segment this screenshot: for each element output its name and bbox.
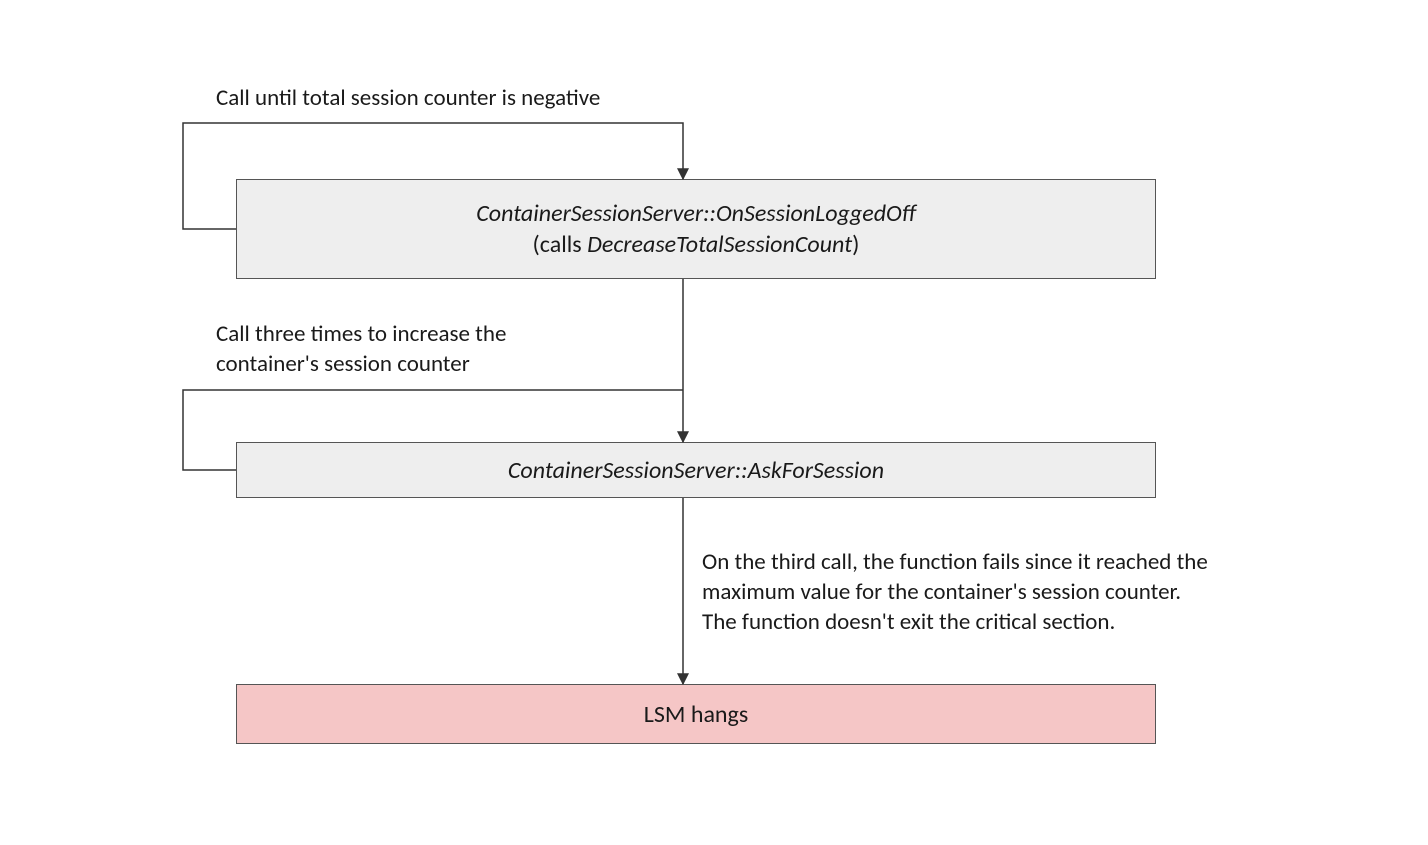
box1-subtitle: (calls DecreaseTotalSessionCount)	[533, 230, 860, 259]
label-bottom: On the third call, the function fails si…	[702, 548, 1208, 638]
box-lsm-hangs: LSM hangs	[236, 684, 1156, 744]
box1-title: ContainerSessionServer::OnSessionLoggedO…	[476, 199, 916, 228]
label-top: Call until total session counter is nega…	[216, 84, 600, 114]
box1-sub-prefix: (calls	[533, 230, 588, 259]
label-bottom-line2: maximum value for the container's sessio…	[702, 578, 1208, 608]
label-bottom-line1: On the third call, the function fails si…	[702, 548, 1208, 578]
label-middle: Call three times to increase the contain…	[216, 320, 506, 380]
label-bottom-line3: The function doesn't exit the critical s…	[702, 608, 1208, 638]
box-on-session-logged-off: ContainerSessionServer::OnSessionLoggedO…	[236, 179, 1156, 279]
diagram-canvas: Call until total session counter is nega…	[0, 0, 1428, 845]
label-middle-line2: container's session counter	[216, 350, 506, 380]
label-middle-line1: Call three times to increase the	[216, 320, 506, 350]
box3-title: LSM hangs	[644, 700, 748, 729]
box-ask-for-session: ContainerSessionServer::AskForSession	[236, 442, 1156, 498]
box1-sub-italic: DecreaseTotalSessionCount	[587, 230, 852, 259]
box1-sub-suffix: )	[852, 230, 859, 259]
box2-title: ContainerSessionServer::AskForSession	[508, 456, 884, 485]
